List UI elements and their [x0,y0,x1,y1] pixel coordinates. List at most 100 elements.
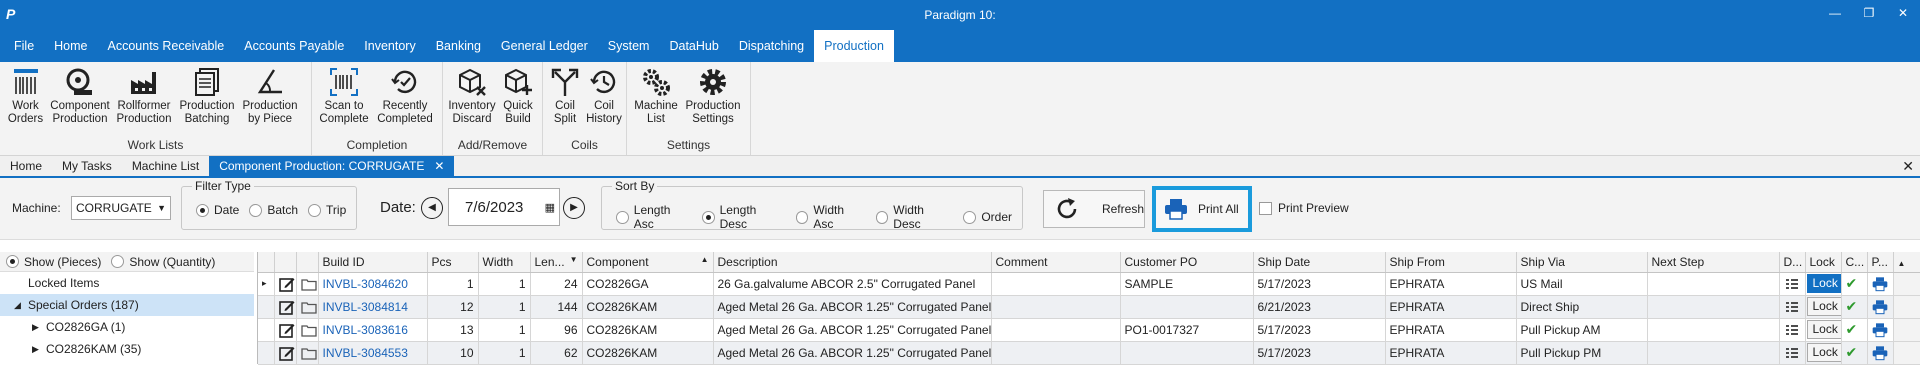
table-row[interactable]: INVBL-3083616 13 1 96 CO2826KAM Aged Metal 26… [258,318,1920,342]
sort-width-asc-radio[interactable]: Width Asc [795,203,866,231]
production-settings-button[interactable]: Production Settings [681,66,745,138]
print-row-button[interactable] [1867,272,1894,296]
details-button[interactable] [1779,318,1806,342]
menu-system[interactable]: System [598,30,660,62]
print-preview-checkbox[interactable]: Print Preview [1259,201,1349,216]
coil-history-button[interactable]: Coil History [583,66,625,138]
machine-list-button[interactable]: Machine List [631,66,681,138]
lock-button[interactable]: Lock [1806,274,1840,293]
folder-icon[interactable] [296,318,319,342]
tree-node-locked-items[interactable]: Locked Items [0,272,254,294]
edit-icon[interactable] [274,318,297,342]
machine-select[interactable]: CORRUGATE ▼ [71,196,171,220]
quick-build-button[interactable]: Quick Build [497,66,539,138]
close-all-tabs-icon[interactable]: ✕ [1902,158,1914,175]
col-header-length[interactable]: Len... ▼ [530,252,583,273]
folder-icon[interactable] [296,295,319,319]
menu-dispatching[interactable]: Dispatching [729,30,814,62]
close-tab-icon[interactable]: ✕ [434,159,444,173]
print-row-button[interactable] [1867,318,1894,342]
date-field[interactable]: 7/6/2023 ▦ [448,188,560,226]
sort-width-desc-radio[interactable]: Width Desc [875,203,954,231]
tree-node-co2826ga[interactable]: ▶ CO2826GA (1) [0,316,254,338]
edit-icon[interactable] [274,295,297,319]
build-id-link[interactable]: INVBL-3083616 [318,318,428,342]
scrollbar-track[interactable] [1893,272,1920,296]
collapsed-arrow-icon[interactable]: ▶ [32,338,39,360]
tab-machine-list[interactable]: Machine List [122,156,209,176]
filter-batch-radio[interactable]: Batch [249,203,298,217]
col-header-ship-date[interactable]: Ship Date [1253,252,1386,273]
scrollbar-track[interactable] [1893,341,1920,365]
col-header-customer-po[interactable]: Customer PO [1120,252,1254,273]
next-date-button[interactable]: ▶ [563,197,585,219]
scan-to-complete-button[interactable]: Scan to Complete [316,66,372,138]
show-pieces-radio[interactable]: Show (Pieces) [6,255,101,269]
tree-node-co2826kam[interactable]: ▶ CO2826KAM (35) [0,338,254,360]
sort-order-radio[interactable]: Order [963,203,1012,231]
menu-banking[interactable]: Banking [426,30,491,62]
print-row-button[interactable] [1867,341,1894,365]
tab-component-production[interactable]: Component Production: CORRUGATE ✕ [209,156,455,176]
edit-icon[interactable] [274,341,297,365]
menu-file[interactable]: File [4,30,44,62]
production-by-piece-button[interactable]: Production by Piece [239,66,301,138]
menu-accounts-payable[interactable]: Accounts Payable [234,30,354,62]
expanded-arrow-icon[interactable]: ◢ [14,294,21,316]
complete-button[interactable]: ✔ [1841,341,1868,365]
restore-button[interactable]: ❐ [1852,0,1886,26]
tree-node-special-orders[interactable]: ◢ Special Orders (187) [0,294,254,316]
menu-home[interactable]: Home [44,30,97,62]
col-header-build-id[interactable]: Build ID [318,252,428,273]
previous-date-button[interactable]: ◀ [421,197,443,219]
complete-button[interactable]: ✔ [1841,272,1868,296]
lock-button[interactable]: Lock [1806,320,1840,339]
table-row[interactable]: INVBL-3084814 12 1 144 CO2826KAM Aged Metal 2… [258,295,1920,319]
coil-split-button[interactable]: Coil Split [547,66,583,138]
work-orders-button[interactable]: Work Orders [4,66,47,138]
show-quantity-radio[interactable]: Show (Quantity) [111,255,215,269]
menu-general-ledger[interactable]: General Ledger [491,30,598,62]
recently-completed-button[interactable]: Recently Completed [372,66,438,138]
build-id-link[interactable]: INVBL-3084814 [318,295,428,319]
collapsed-arrow-icon[interactable]: ▶ [32,316,39,338]
table-row[interactable]: ▸ INVBL-3084620 1 1 24 CO2826GA 26 Ga.galvalum… [258,272,1920,296]
col-header-lock[interactable]: Lock [1805,252,1842,273]
edit-icon[interactable] [274,272,297,296]
calendar-icon[interactable]: ▦ [545,201,555,214]
lock-button[interactable]: Lock [1806,297,1840,316]
complete-button[interactable]: ✔ [1841,318,1868,342]
refresh-button[interactable]: Refresh [1043,190,1145,228]
inventory-discard-button[interactable]: Inventory Discard [447,66,497,138]
scrollbar-track[interactable] [1893,295,1920,319]
close-button[interactable]: ✕ [1886,0,1920,26]
col-header-details[interactable]: D... [1779,252,1806,273]
col-header-description[interactable]: Description [713,252,992,273]
tab-my-tasks[interactable]: My Tasks [52,156,122,176]
complete-button[interactable]: ✔ [1841,295,1868,319]
col-header-comment[interactable]: Comment [991,252,1121,273]
col-header-component[interactable]: Component ▲ [582,252,714,273]
col-header-next-step[interactable]: Next Step [1647,252,1780,273]
print-row-button[interactable] [1867,295,1894,319]
details-button[interactable] [1779,272,1806,296]
folder-icon[interactable] [296,272,319,296]
component-production-button[interactable]: Component Production [47,66,113,138]
col-header-complete[interactable]: C... [1841,252,1868,273]
menu-accounts-receivable[interactable]: Accounts Receivable [98,30,235,62]
menu-inventory[interactable]: Inventory [354,30,425,62]
minimize-button[interactable]: — [1818,0,1852,26]
folder-icon[interactable] [296,341,319,365]
table-row[interactable]: INVBL-3084553 10 1 62 CO2826KAM Aged Metal 26… [258,341,1920,365]
col-header-pcs[interactable]: Pcs [427,252,479,273]
details-button[interactable] [1779,341,1806,365]
col-header-width[interactable]: Width [478,252,531,273]
scrollbar-track[interactable] [1893,318,1920,342]
details-button[interactable] [1779,295,1806,319]
filter-trip-radio[interactable]: Trip [308,203,346,217]
print-all-button[interactable]: Print All [1152,186,1252,232]
scroll-up-arrow[interactable]: ▲ [1893,252,1920,273]
production-batching-button[interactable]: Production Batching [175,66,239,138]
sort-length-asc-radio[interactable]: Length Asc [616,203,692,231]
tab-home[interactable]: Home [0,156,52,176]
